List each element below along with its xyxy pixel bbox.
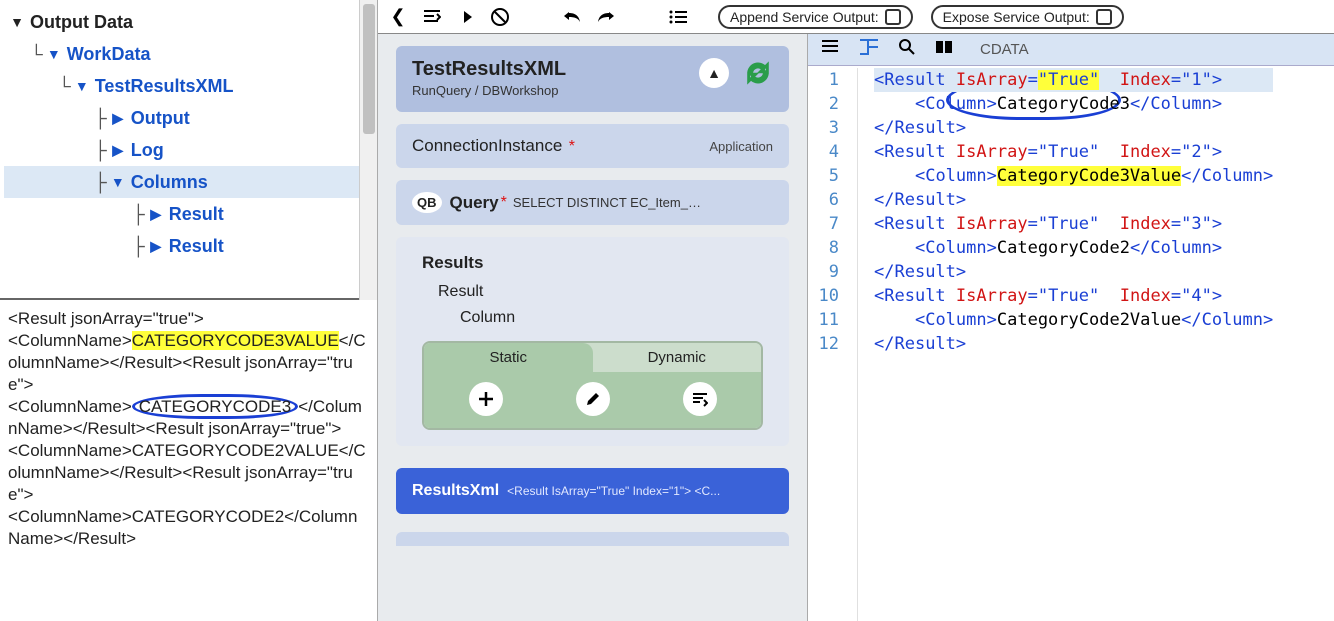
xml-line: <ColumnName>CATEGORYCODE3</ColumnName></… <box>8 396 369 440</box>
code-line: </Result> <box>874 116 1273 140</box>
append-checkbox[interactable] <box>885 9 901 25</box>
book-icon[interactable] <box>934 39 954 60</box>
flow-icon[interactable] <box>858 37 880 62</box>
cancel-icon[interactable] <box>490 7 510 27</box>
tree-columns[interactable]: ├ ▼ Columns <box>4 166 373 198</box>
qb-badge-icon: QB <box>412 192 442 213</box>
line-gutter: 1 2 3 4 5 6 7 8 9 10 11 12 <box>808 68 858 621</box>
append-label: Append Service Output: <box>730 9 879 25</box>
xml-line: <ColumnName>CATEGORYCODE2VALUE</ColumnNa… <box>8 440 369 506</box>
code-line: <Column>CategoryCode3Value</Column> <box>874 164 1273 188</box>
expose-label: Expose Service Output: <box>943 9 1090 25</box>
code-line: </Result> <box>874 260 1273 284</box>
code-line: <Result IsArray="True" Index="3"> <box>874 212 1273 236</box>
expose-checkbox[interactable] <box>1096 9 1112 25</box>
tree-testresultsxml[interactable]: └ ▼ TestResultsXML <box>4 70 373 102</box>
result-label: Result <box>396 275 789 303</box>
caret-right-icon: ▶ <box>111 138 125 162</box>
tree-result-2[interactable]: ├ ▶ Result <box>4 230 373 262</box>
code-lines[interactable]: <Result IsArray="True" Index="1"> <Colum… <box>858 68 1273 621</box>
caret-right-icon: ▶ <box>149 202 163 226</box>
expose-service-output-toggle[interactable]: Expose Service Output: <box>931 5 1124 29</box>
edit-button[interactable] <box>576 382 610 416</box>
add-button[interactable] <box>469 382 503 416</box>
resultsxml-preview: <Result IsArray="True" Index="1"> <C... <box>507 484 720 498</box>
options-button[interactable] <box>683 382 717 416</box>
align-icon[interactable] <box>422 8 442 26</box>
tree-scrollbar[interactable] <box>359 0 377 300</box>
resultsxml-card[interactable]: ResultsXml <Result IsArray="True" Index=… <box>396 468 789 514</box>
annotation-circle: CATEGORYCODE3 <box>132 394 298 419</box>
static-dynamic-box: Static Dynamic <box>422 341 763 430</box>
caret-down-icon: ▼ <box>47 42 61 66</box>
tree-output[interactable]: ├ ▶ Output <box>4 102 373 134</box>
search-icon[interactable] <box>898 38 916 61</box>
back-icon[interactable]: ❮ <box>388 6 408 27</box>
code-line: <Result IsArray="True" Index="1"> <box>874 68 1273 92</box>
redo-icon[interactable] <box>596 9 616 25</box>
code-line: </Result> <box>874 188 1273 212</box>
code-line: </Result> <box>874 332 1273 356</box>
tree-result-1[interactable]: ├ ▶ Result <box>4 198 373 230</box>
query-field[interactable]: QB Query * SELECT DISTINCT EC_Item_Branc… <box>396 180 789 225</box>
caret-down-icon: ▼ <box>75 74 89 98</box>
required-icon: * <box>501 194 507 212</box>
xml-line: <ColumnName>CATEGORYCODE2</ColumnName></… <box>8 506 369 550</box>
conn-value: Application <box>709 139 773 154</box>
cdata-label: CDATA <box>980 41 1029 58</box>
caret-right-icon: ▶ <box>111 106 125 130</box>
required-icon: * <box>564 138 575 155</box>
code-line: <Column>CategoryCode3</Column> <box>874 92 1273 116</box>
refresh-button[interactable] <box>743 58 773 88</box>
code-editor[interactable]: 1 2 3 4 5 6 7 8 9 10 11 12 <Result IsArr… <box>808 66 1334 621</box>
tree-log[interactable]: ├ ▶ Log <box>4 134 373 166</box>
code-line: <Result IsArray="True" Index="2"> <box>874 140 1273 164</box>
code-line: <Result IsArray="True" Index="4"> <box>874 284 1273 308</box>
highlight-yellow: CATEGORYCODE3VALUE <box>132 331 339 350</box>
xml-text-panel[interactable]: <Result jsonArray="true"> <ColumnName>CA… <box>0 300 377 621</box>
caret-down-icon: ▼ <box>10 10 24 34</box>
column-label: Column <box>396 303 789 333</box>
tab-dynamic[interactable]: Dynamic <box>593 343 762 372</box>
tab-static[interactable]: Static <box>424 343 593 372</box>
results-label: Results <box>396 241 789 275</box>
list-icon[interactable] <box>668 9 688 25</box>
caret-right-icon: ▶ <box>149 234 163 258</box>
code-line: <Column>CategoryCode2</Column> <box>874 236 1273 260</box>
collapse-button[interactable]: ▲ <box>699 58 729 88</box>
tree-root[interactable]: ▼ Output Data <box>4 6 373 38</box>
next-card-peek <box>396 532 789 546</box>
xml-line: <Result jsonArray="true"> <box>8 308 369 330</box>
undo-icon[interactable] <box>562 9 582 25</box>
service-title-card: TestResultsXML RunQuery / DBWorkshop ▲ <box>396 46 789 112</box>
code-line: <Column>CategoryCode2Value</Column> <box>874 308 1273 332</box>
connection-instance-field[interactable]: ConnectionInstance * Application <box>396 124 789 168</box>
query-preview: SELECT DISTINCT EC_Item_Branch.... <box>513 195 703 210</box>
step-icon[interactable] <box>456 9 476 25</box>
append-service-output-toggle[interactable]: Append Service Output: <box>718 5 913 29</box>
format-icon[interactable] <box>820 38 840 61</box>
tree-workdata[interactable]: └ ▼ WorkData <box>4 38 373 70</box>
output-data-tree[interactable]: ▼ Output Data └ ▼ WorkData └ ▼ TestResul… <box>0 0 377 300</box>
xml-line: <ColumnName>CATEGORYCODE3VALUE</ColumnNa… <box>8 330 369 396</box>
caret-down-icon: ▼ <box>111 170 125 194</box>
